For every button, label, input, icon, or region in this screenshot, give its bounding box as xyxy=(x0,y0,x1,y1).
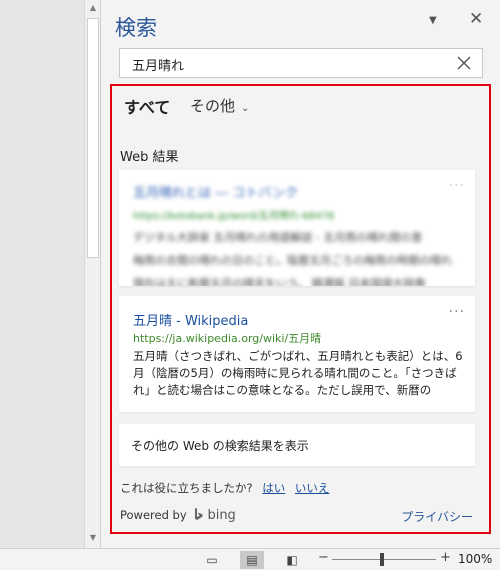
more-options-icon[interactable]: ··· xyxy=(449,304,465,320)
bing-b-icon xyxy=(195,508,203,520)
blurred-result-line: デジタル大辞泉 五月晴れの用語解説 - 五月雨の晴れ間の意 xyxy=(133,231,423,244)
more-web-results-label: その他の Web の検索結果を表示 xyxy=(131,439,309,453)
zoom-in-button[interactable]: + xyxy=(440,550,451,565)
result-title-link[interactable]: 五月晴 - Wikipedia xyxy=(133,310,248,329)
feedback-yes-link[interactable]: はい xyxy=(262,481,285,495)
web-results-heading: Web 結果 xyxy=(120,150,179,165)
clear-search-icon[interactable] xyxy=(456,55,472,71)
search-input[interactable]: 五月晴れ xyxy=(119,48,483,78)
read-mode-icon[interactable]: ▭ xyxy=(200,551,224,569)
close-icon[interactable]: ✕ xyxy=(469,9,483,29)
bing-logo-icon: bing xyxy=(194,508,236,523)
zoom-out-button[interactable]: − xyxy=(318,550,329,565)
zoom-slider-thumb[interactable] xyxy=(380,553,384,566)
blurred-result-url: https://kotobank.jp/word/五月晴れ-68478 xyxy=(133,211,335,222)
blurred-result-line: 梅雨の合間の晴れの日のこと。陰暦五月ごろの梅雨の時期の晴れ xyxy=(133,254,452,267)
tab-other-label: その他 xyxy=(190,97,236,115)
search-pane: 検索 ▼ ✕ 五月晴れ すべて その他 ⌄ Web 結果 五月晴れとは ― コトバ… xyxy=(100,0,500,548)
privacy-link[interactable]: プライバシー xyxy=(401,508,473,525)
feedback-question: これは役に立ちましたか? xyxy=(120,481,253,495)
feedback-row: これは役に立ちましたか? はい いいえ xyxy=(120,480,329,496)
scroll-up-arrow-icon[interactable]: ▲ xyxy=(85,0,101,16)
scroll-thumb[interactable] xyxy=(87,18,99,258)
powered-by: Powered by bing xyxy=(120,508,236,523)
feedback-no-link[interactable]: いいえ xyxy=(295,481,330,495)
document-area: ▲ ▼ xyxy=(0,0,100,548)
bing-logo-text: bing xyxy=(207,508,236,523)
print-layout-icon[interactable]: ▤ xyxy=(240,551,264,569)
result-card[interactable]: 五月晴 - Wikipedia ··· https://ja.wikipedia… xyxy=(119,296,475,412)
blurred-result-line: 現在は主に新暦五月の晴天をいう。 精選版 日本国語大辞典 xyxy=(133,277,426,286)
chevron-down-icon: ⌄ xyxy=(241,103,250,114)
blurred-result: 五月晴れとは ― コトバンク https://kotobank.jp/word/… xyxy=(119,170,475,286)
result-snippet: 五月晴（さつきばれ、ごがつばれ、五月晴れとも表記）とは、6月（陰暦の5月）の梅雨… xyxy=(133,349,463,397)
tab-all[interactable]: すべて xyxy=(124,94,170,118)
more-options-icon[interactable]: ··· xyxy=(449,178,465,194)
status-bar: ▭ ▤ ◧ − + 100% xyxy=(0,548,500,570)
result-card[interactable]: 五月晴れとは ― コトバンク https://kotobank.jp/word/… xyxy=(119,170,475,286)
vertical-scrollbar[interactable]: ▲ ▼ xyxy=(84,0,100,548)
zoom-slider[interactable] xyxy=(332,559,436,560)
web-layout-icon[interactable]: ◧ xyxy=(280,551,304,569)
search-query: 五月晴れ xyxy=(132,59,185,74)
pane-title: 検索 xyxy=(115,16,157,40)
pane-options-icon[interactable]: ▼ xyxy=(429,15,437,26)
results-highlight-frame: すべて その他 ⌄ Web 結果 五月晴れとは ― コトバンク https://k… xyxy=(110,84,491,534)
blurred-result-title: 五月晴れとは ― コトバンク xyxy=(133,186,298,201)
result-url: https://ja.wikipedia.org/wiki/五月晴 xyxy=(133,332,322,345)
scroll-down-arrow-icon[interactable]: ▼ xyxy=(85,530,101,546)
more-web-results-button[interactable]: その他の Web の検索結果を表示 xyxy=(119,424,475,466)
powered-by-label: Powered by xyxy=(120,508,187,522)
tab-other[interactable]: その他 ⌄ xyxy=(190,95,249,116)
zoom-level[interactable]: 100% xyxy=(458,552,492,566)
